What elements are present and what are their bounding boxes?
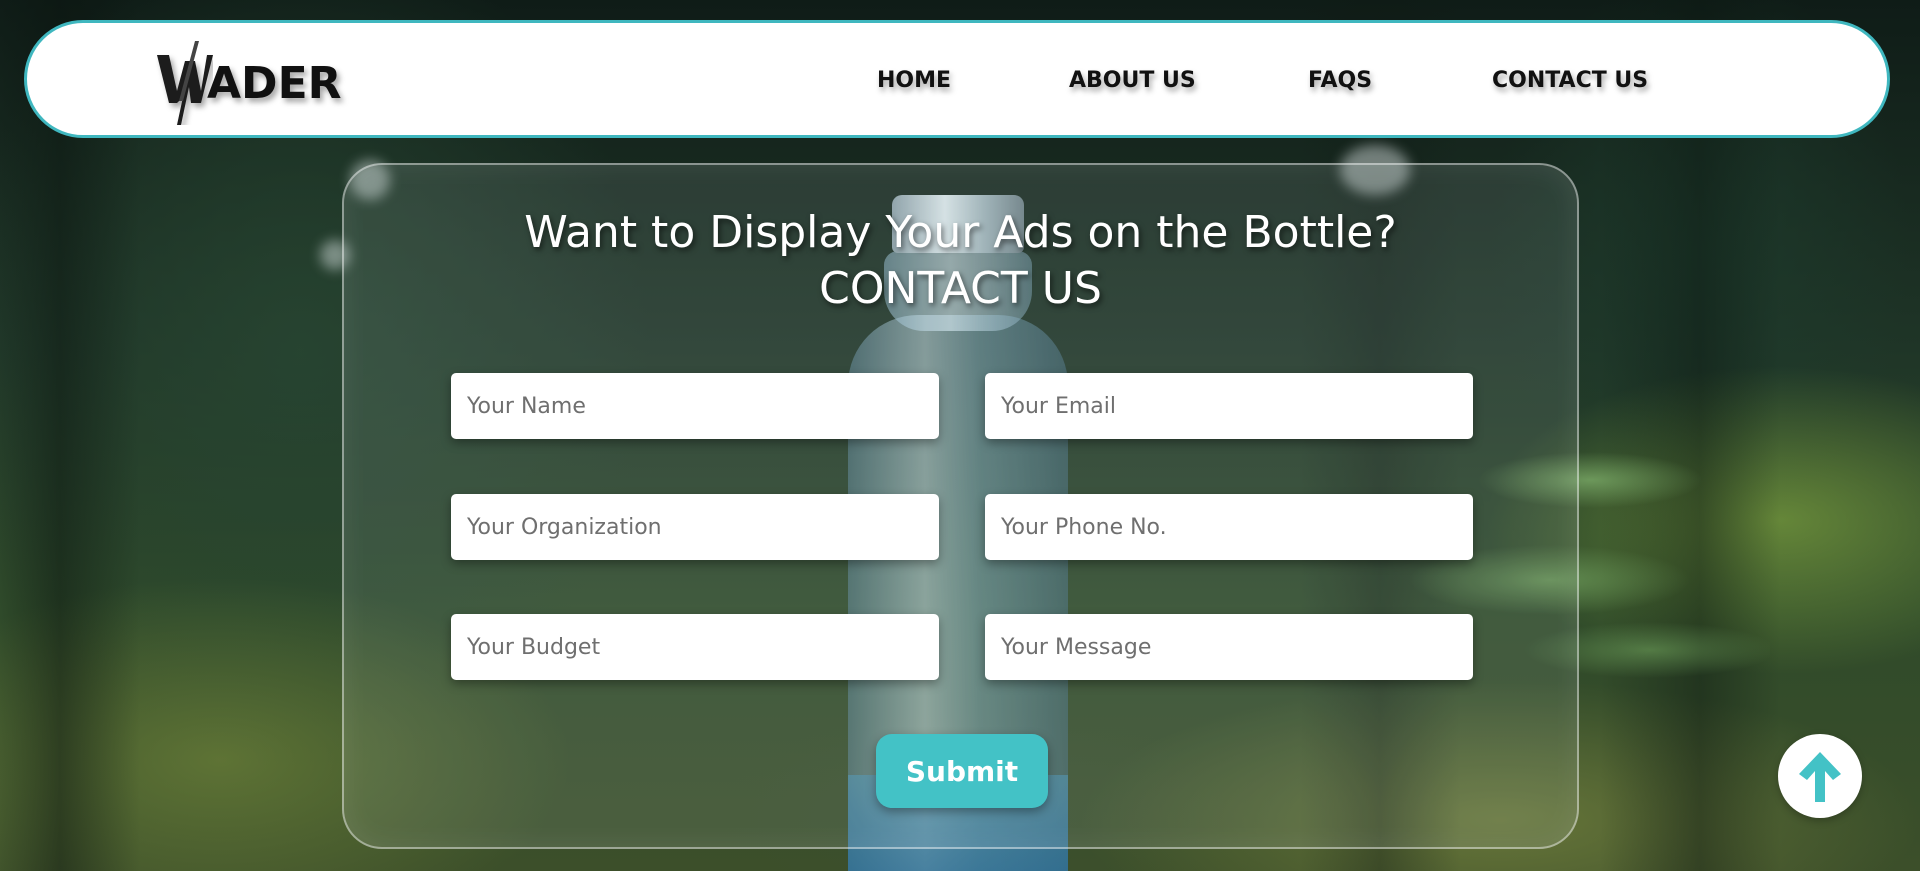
- nav-faqs-link[interactable]: FAQS: [1308, 68, 1372, 93]
- email-field[interactable]: [985, 373, 1473, 439]
- nav-about-link[interactable]: ABOUT US: [1069, 68, 1196, 93]
- nav-home-link[interactable]: HOME: [877, 68, 951, 93]
- phone-field[interactable]: [985, 494, 1473, 560]
- organization-field[interactable]: [451, 494, 939, 560]
- message-field[interactable]: [985, 614, 1473, 680]
- arrow-up-icon: [1799, 752, 1841, 802]
- name-field[interactable]: [451, 373, 939, 439]
- budget-field[interactable]: [451, 614, 939, 680]
- nav-contact-link[interactable]: CONTACT US: [1492, 68, 1648, 93]
- form-heading-line2: CONTACT US: [819, 263, 1102, 314]
- nav-menu: HOME ABOUT US FAQS CONTACT US: [27, 23, 1887, 135]
- scroll-to-top-button[interactable]: [1778, 734, 1862, 818]
- navbar: ADER HOME ABOUT US FAQS CONTACT US: [24, 20, 1890, 138]
- form-heading: Want to Display Your Ads on the Bottle? …: [344, 205, 1577, 317]
- contact-form-card: Want to Display Your Ads on the Bottle? …: [342, 163, 1579, 849]
- form-heading-line1: Want to Display Your Ads on the Bottle?: [524, 207, 1397, 258]
- submit-button[interactable]: Submit: [876, 734, 1048, 808]
- page: ADER HOME ABOUT US FAQS CONTACT US Want …: [0, 0, 1920, 871]
